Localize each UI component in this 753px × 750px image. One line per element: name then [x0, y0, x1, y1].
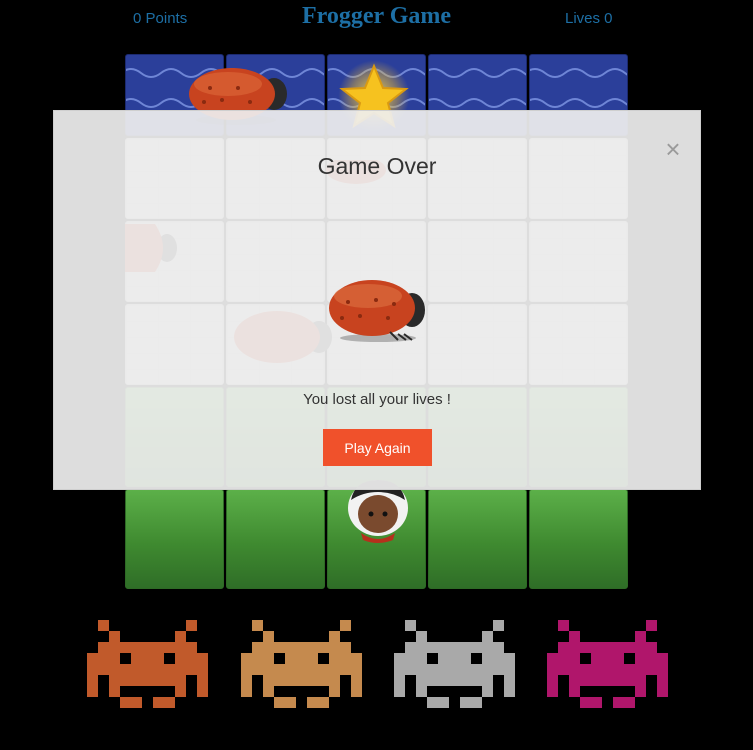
game-over-message: You lost all your lives !: [303, 391, 451, 408]
grass-tile: [226, 489, 325, 589]
grass-tile: [529, 489, 628, 589]
space-invader-icon: [394, 620, 515, 708]
grass-tile: [428, 489, 527, 589]
play-again-button[interactable]: Play Again: [323, 429, 432, 466]
space-invader-icon: [241, 620, 362, 708]
space-invader-icon: [87, 620, 208, 708]
hud: 0 Points Frogger Game Lives 0: [0, 0, 753, 40]
grass-tile: [125, 489, 224, 589]
modal-title: Game Over: [317, 153, 437, 179]
game-title: Frogger Game: [301, 3, 452, 29]
ladybug-icon: [329, 280, 425, 342]
space-invader-icon: [547, 620, 668, 708]
lives-counter: Lives 0: [565, 10, 613, 27]
